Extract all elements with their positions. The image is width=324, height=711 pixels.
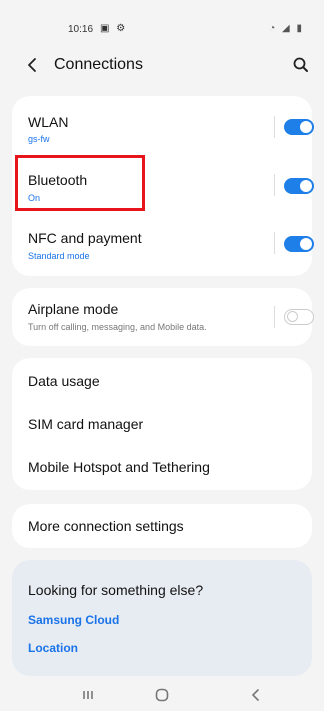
wlan-label: WLAN bbox=[28, 114, 69, 130]
samsung-cloud-link[interactable]: Samsung Cloud bbox=[28, 613, 119, 627]
page-title: Connections bbox=[54, 56, 143, 73]
divider bbox=[274, 116, 275, 138]
divider bbox=[274, 232, 275, 254]
airplane-mode-label: Airplane mode bbox=[28, 301, 119, 317]
signal-icons: ◔ ◢ ▮ bbox=[269, 23, 304, 34]
toggle-knob bbox=[300, 238, 312, 250]
toggle-knob bbox=[300, 180, 312, 192]
airplane-mode-description: Turn off calling, messaging, and Mobile … bbox=[28, 322, 207, 332]
help-suggestions-card: Looking for something else? Samsung Clou… bbox=[12, 560, 312, 676]
back-nav-icon[interactable] bbox=[245, 684, 267, 706]
app-bar: Connections bbox=[0, 40, 324, 90]
divider bbox=[274, 174, 275, 196]
bluetooth-toggle[interactable] bbox=[284, 178, 314, 194]
toggle-knob bbox=[300, 121, 312, 133]
mobile-hotspot-row[interactable]: Mobile Hotspot and Tethering bbox=[12, 446, 312, 490]
nfc-toggle[interactable] bbox=[284, 236, 314, 252]
navigation-bar bbox=[0, 680, 324, 709]
nfc-row[interactable]: NFC and payment Standard mode bbox=[12, 216, 314, 274]
mobile-hotspot-label: Mobile Hotspot and Tethering bbox=[28, 459, 210, 475]
toggle-knob bbox=[287, 311, 298, 322]
search-icon[interactable] bbox=[290, 54, 312, 76]
nfc-status: Standard mode bbox=[28, 251, 90, 261]
nfc-label: NFC and payment bbox=[28, 230, 142, 246]
more-connection-settings-label: More connection settings bbox=[28, 518, 184, 534]
more-settings-card: More connection settings bbox=[12, 504, 312, 548]
more-connection-settings-row[interactable]: More connection settings bbox=[12, 504, 312, 548]
status-time: 10:16 bbox=[68, 24, 94, 35]
wlan-row[interactable]: WLAN gs-fw bbox=[12, 96, 314, 154]
wlan-status: gs-fw bbox=[28, 134, 50, 144]
divider bbox=[274, 306, 275, 328]
data-usage-label: Data usage bbox=[28, 373, 100, 389]
network-settings-card: Data usage SIM card manager Mobile Hotsp… bbox=[12, 358, 312, 490]
bluetooth-highlight-box bbox=[15, 155, 145, 211]
recent-apps-icon[interactable] bbox=[77, 684, 99, 706]
data-usage-row[interactable]: Data usage bbox=[12, 358, 312, 402]
sim-card-manager-row[interactable]: SIM card manager bbox=[12, 402, 312, 446]
location-link[interactable]: Location bbox=[28, 641, 78, 655]
airplane-mode-toggle[interactable] bbox=[284, 309, 314, 325]
home-icon[interactable] bbox=[151, 684, 173, 706]
help-title: Looking for something else? bbox=[28, 582, 204, 598]
status-bar: 10:16 ▣ ⚙ ◔ ◢ ▮ bbox=[0, 0, 324, 36]
chevron-left-icon[interactable] bbox=[22, 54, 44, 76]
wlan-toggle[interactable] bbox=[284, 119, 314, 135]
sim-card-manager-label: SIM card manager bbox=[28, 416, 144, 432]
airplane-card: Airplane mode Turn off calling, messagin… bbox=[12, 288, 314, 346]
airplane-mode-row[interactable]: Airplane mode Turn off calling, messagin… bbox=[12, 288, 314, 346]
notification-icons: ▣ ⚙ bbox=[100, 23, 128, 34]
